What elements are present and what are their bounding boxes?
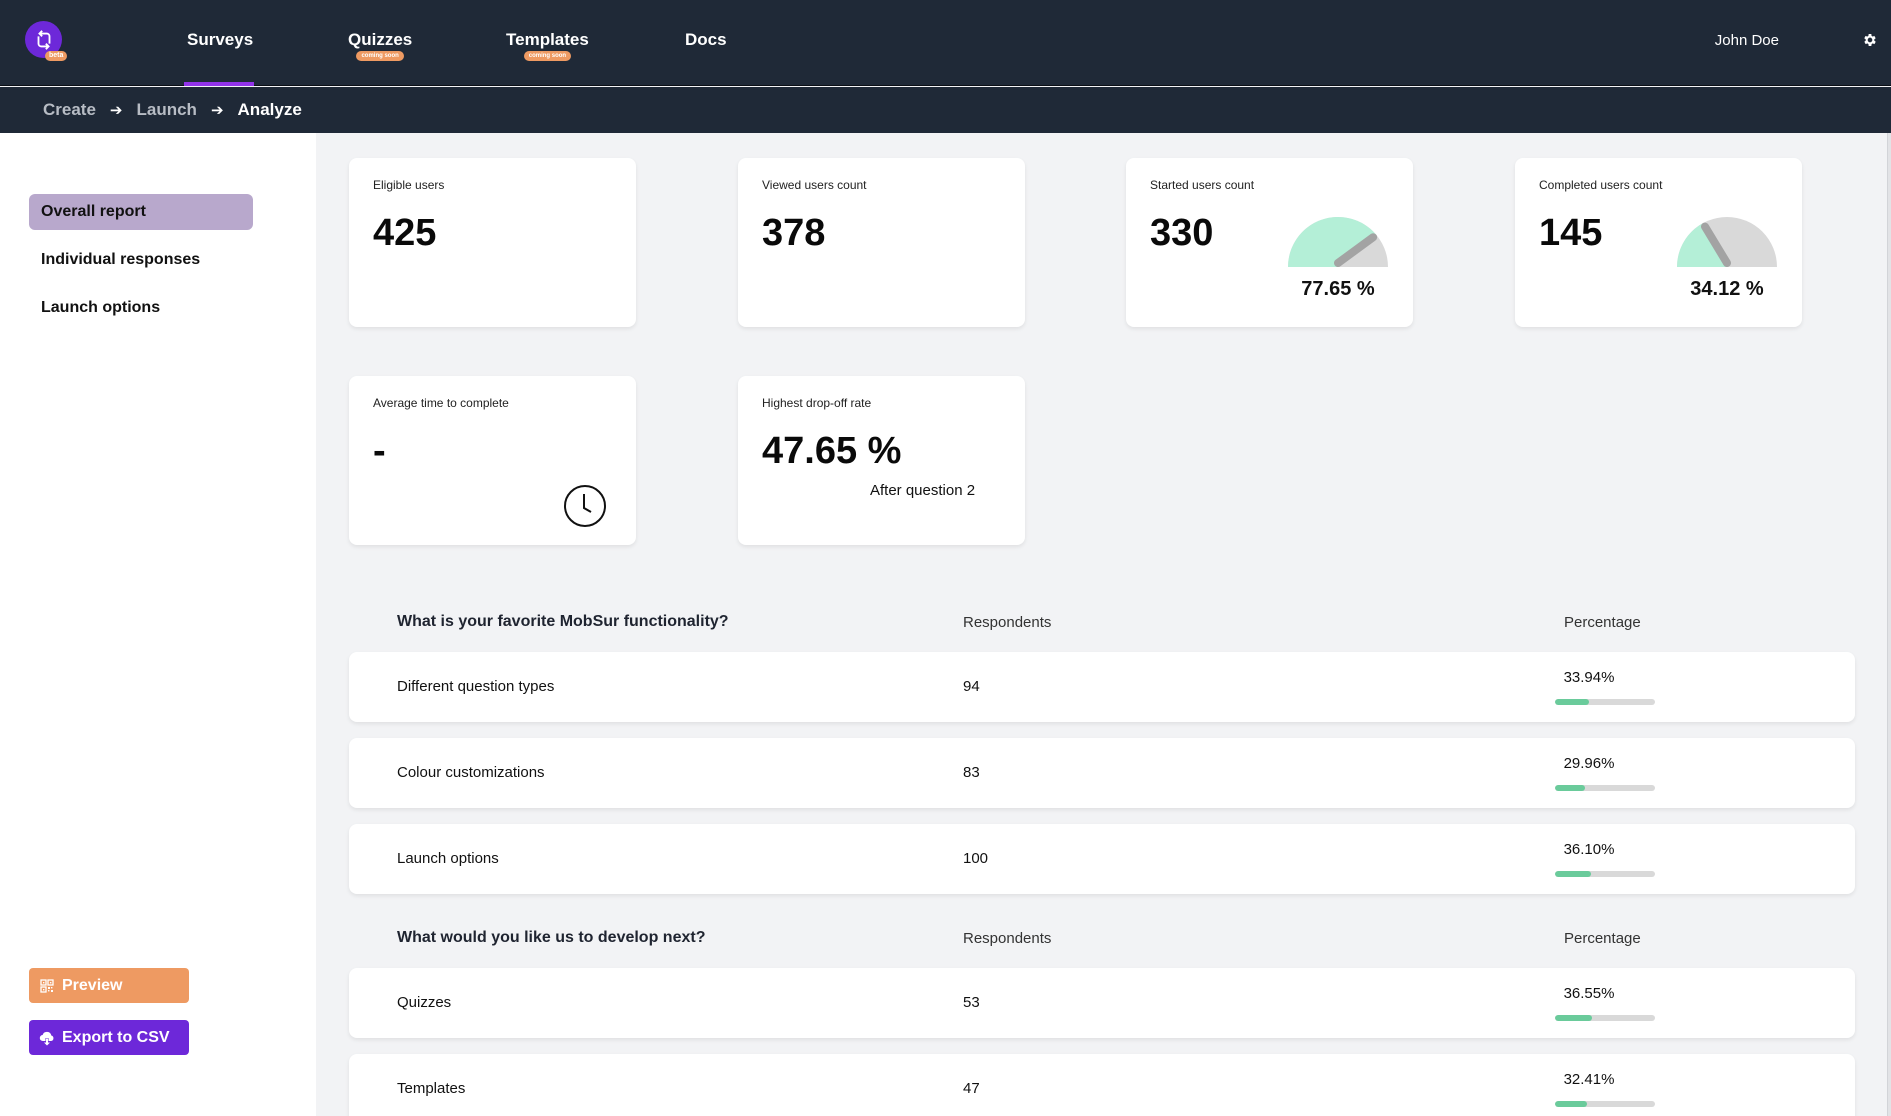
answer-row: Templates 47 32.41%	[349, 1054, 1855, 1116]
percentage-bar	[1555, 1101, 1655, 1107]
answer-label: Colour customizations	[397, 764, 545, 781]
stat-card-completed-users: Completed users count 145 34.12 %	[1515, 158, 1802, 327]
preview-button-label: Preview	[62, 976, 123, 994]
sidebar-item-individual-responses[interactable]: Individual responses	[29, 242, 253, 278]
percentage-bar	[1555, 699, 1655, 705]
nav-templates-label: Templates	[506, 30, 589, 49]
answer-label: Launch options	[397, 850, 499, 867]
nav-quizzes-label: Quizzes	[348, 30, 413, 49]
respondents-column-header: Respondents	[963, 930, 1052, 947]
stat-value: 47.65 %	[762, 430, 902, 472]
nav-docs[interactable]: Docs	[685, 30, 727, 50]
answer-percentage: 36.55%	[1563, 985, 1615, 1002]
answer-row: Quizzes 53 36.55%	[349, 968, 1855, 1038]
stat-label: Highest drop-off rate	[762, 396, 872, 410]
question-title: What would you like us to develop next?	[397, 929, 706, 946]
arrow-right-icon: ➔	[109, 102, 123, 119]
started-gauge	[1288, 217, 1388, 267]
question-title: What is your favorite MobSur functionali…	[397, 613, 729, 630]
stat-label: Average time to complete	[373, 396, 509, 410]
stat-label: Viewed users count	[762, 178, 867, 192]
user-name[interactable]: John Doe	[1715, 32, 1779, 49]
preview-button[interactable]: Preview	[29, 968, 189, 1003]
stat-label: Started users count	[1150, 178, 1255, 192]
coming-soon-badge: coming soon	[356, 51, 404, 61]
nav-templates[interactable]: Templates coming soon	[506, 30, 589, 61]
stat-value: 378	[762, 212, 826, 254]
percentage-bar-fill	[1555, 785, 1585, 791]
respondents-column-header: Respondents	[963, 614, 1052, 631]
qr-code-icon	[40, 978, 54, 993]
gauge-percentage: 77.65 %	[1301, 278, 1375, 300]
answer-count: 47	[963, 1080, 980, 1097]
stat-label: Eligible users	[373, 178, 445, 192]
answer-percentage: 33.94%	[1563, 669, 1615, 686]
answer-label: Quizzes	[397, 994, 452, 1011]
arrow-right-icon: ➔	[210, 102, 224, 119]
nav-quizzes[interactable]: Quizzes coming soon	[348, 30, 412, 61]
breadcrumb-bar: Create ➔ Launch ➔ Analyze	[0, 87, 1891, 133]
stat-card-drop-off-rate: Highest drop-off rate 47.65 % After ques…	[738, 376, 1025, 545]
answer-percentage: 32.41%	[1563, 1071, 1615, 1088]
answer-label: Different question types	[397, 678, 555, 695]
percentage-bar-fill	[1555, 1101, 1588, 1107]
stat-value: 145	[1539, 212, 1603, 254]
answer-count: 94	[963, 678, 980, 695]
answer-percentage: 36.10%	[1563, 841, 1615, 858]
export-csv-button-label: Export to CSV	[62, 1028, 170, 1046]
percentage-bar	[1555, 871, 1655, 877]
nav-active-indicator	[184, 82, 254, 86]
gear-icon[interactable]	[1862, 32, 1878, 48]
refresh-logo-icon	[37, 29, 50, 50]
stat-card-viewed-users: Viewed users count 378	[738, 158, 1025, 327]
stat-card-started-users: Started users count 330 77.65 %	[1126, 158, 1413, 327]
sidebar-item-overall-report[interactable]: Overall report	[29, 194, 253, 230]
beta-badge: beta	[45, 51, 68, 61]
stat-value: -	[373, 430, 386, 472]
nav-surveys-label: Surveys	[187, 30, 254, 49]
answer-percentage: 29.96%	[1563, 755, 1615, 772]
breadcrumb: Create ➔ Launch ➔ Analyze	[43, 100, 302, 120]
stat-card-eligible-users: Eligible users 425	[349, 158, 636, 327]
stat-card-average-time: Average time to complete -	[349, 376, 636, 545]
question-header: What is your favorite MobSur functionali…	[349, 613, 1855, 643]
answer-row: Colour customizations 83 29.96%	[349, 738, 1855, 808]
answer-row: Launch options 100 36.10%	[349, 824, 1855, 894]
completed-gauge	[1677, 217, 1777, 267]
export-csv-button[interactable]: Export to CSV	[29, 1020, 189, 1055]
answer-count: 100	[963, 850, 989, 867]
percentage-bar-fill	[1555, 871, 1592, 877]
question-header: What would you like us to develop next? …	[349, 929, 1855, 959]
scrollbar[interactable]	[1887, 133, 1891, 1116]
percentage-column-header: Percentage	[1564, 614, 1641, 631]
gauge-percentage: 34.12 %	[1690, 278, 1764, 300]
coming-soon-badge: coming soon	[523, 51, 572, 61]
answer-label: Templates	[397, 1080, 466, 1097]
top-navbar: beta Surveys Quizzes coming soon Templat…	[0, 0, 1891, 86]
answer-row: Different question types 94 33.94%	[349, 652, 1855, 722]
stat-value: 425	[373, 212, 437, 254]
sidebar-item-launch-options[interactable]: Launch options	[29, 290, 253, 326]
breadcrumb-analyze[interactable]: Analyze	[238, 100, 302, 120]
breadcrumb-create[interactable]: Create	[43, 100, 96, 120]
nav-docs-label: Docs	[685, 30, 727, 49]
stat-label: Completed users count	[1539, 178, 1663, 192]
stat-value: 330	[1150, 212, 1214, 254]
percentage-bar-fill	[1555, 699, 1589, 705]
percentage-bar-fill	[1555, 1015, 1592, 1021]
cloud-download-icon	[39, 1031, 54, 1045]
nav-surveys[interactable]: Surveys	[187, 30, 253, 50]
answer-count: 53	[963, 994, 980, 1011]
clock-icon	[564, 485, 606, 527]
percentage-bar	[1555, 1015, 1655, 1021]
drop-off-question-note: After question 2	[870, 482, 976, 499]
breadcrumb-launch[interactable]: Launch	[137, 100, 197, 120]
answer-count: 83	[963, 764, 980, 781]
percentage-column-header: Percentage	[1564, 930, 1641, 947]
percentage-bar	[1555, 785, 1655, 791]
